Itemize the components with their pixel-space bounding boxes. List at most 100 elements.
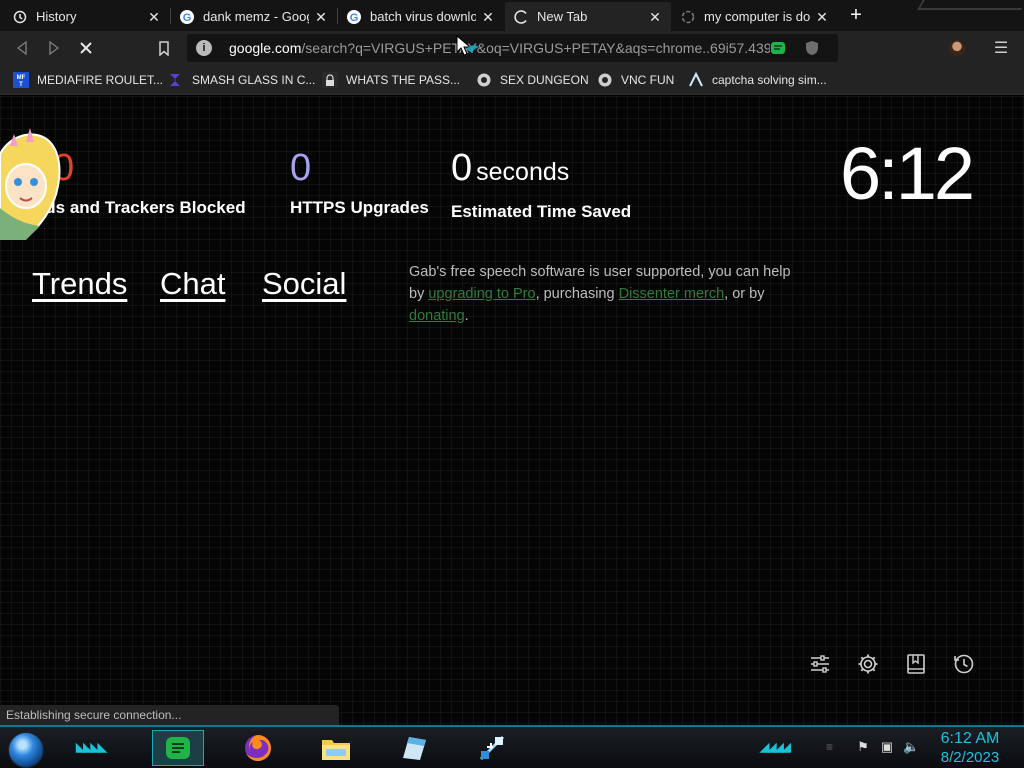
bookmark-site-icon — [476, 72, 492, 88]
taskbar-app-notes[interactable] — [388, 730, 440, 766]
url-text[interactable]: google.com/search?q=VIRGUS+PETAY&oq=VIRG… — [229, 40, 770, 56]
taskbar-app-file-explorer[interactable] — [310, 730, 362, 766]
extension-chat-icon[interactable] — [770, 40, 786, 56]
close-icon[interactable]: ✕ — [313, 9, 329, 25]
bookmark-label: MEDIAFIRE ROULET... — [37, 73, 164, 87]
tab-new-tab[interactable]: New Tab ✕ — [505, 2, 671, 31]
forward-arrow-icon — [49, 41, 60, 55]
link-trends[interactable]: Trends — [32, 266, 127, 302]
link-chat[interactable]: Chat — [160, 266, 225, 302]
shield-icon[interactable] — [804, 40, 820, 56]
bookmarks-bar: MF T MEDIAFIRE ROULET... SMASH GLASS IN C… — [0, 65, 1024, 95]
history-clock-icon[interactable] — [952, 652, 976, 676]
tab-title: dank memz - Google — [203, 9, 309, 24]
taskbar-app-firefox[interactable] — [232, 730, 284, 766]
svg-text:MF: MF — [17, 75, 26, 81]
bookmarks-book-icon[interactable] — [904, 652, 928, 676]
notes-icon — [403, 737, 426, 760]
link-social[interactable]: Social — [262, 266, 346, 302]
bookmark-smash-glass[interactable]: SMASH GLASS IN C... — [168, 71, 315, 89]
bookmark-dungeon[interactable]: SEX DUNGEON — [476, 71, 589, 89]
svg-text:G: G — [183, 12, 192, 24]
menu-icon: ☰ — [993, 40, 1009, 57]
tab-history[interactable]: History ✕ — [4, 2, 170, 31]
taskbar-date[interactable]: 8/2/2023 — [930, 748, 1010, 767]
bookmark-icon — [159, 40, 169, 56]
tab-dank-memz[interactable]: G dank memz - Google ✕ — [171, 2, 337, 31]
bookmark-label: SEX DUNGEON — [500, 73, 589, 87]
bookmark-mediafire[interactable]: MF T MEDIAFIRE ROULET... — [13, 71, 163, 89]
bookmark-label: WHATS THE PASS... — [346, 73, 461, 87]
stat-label: Ads and Trackers Blocked — [33, 198, 246, 217]
tab-batch-virus[interactable]: G batch virus download ✕ — [338, 2, 504, 31]
close-icon[interactable]: ✕ — [146, 9, 162, 25]
taskbar: ◣◣◣◣ ◢◢◢◢ ≡ ⚑ ▣ 🔈 6:12 AM 8/2/2023 — [0, 725, 1024, 768]
info-icon[interactable]: i — [196, 40, 212, 56]
stop-icon — [80, 42, 92, 54]
close-icon[interactable]: ✕ — [814, 9, 830, 25]
start-button[interactable] — [8, 732, 44, 768]
address-bar[interactable]: i google.com/search?q=VIRGUS+PETAY&oq=VI… — [187, 34, 838, 62]
bookmark-captcha[interactable]: captcha solving sim... — [688, 71, 827, 89]
stat-time-saved: 0 seconds Estimated Time Saved — [451, 148, 631, 222]
stat-unit: seconds — [476, 158, 570, 186]
taskbar-app-network-tool[interactable] — [466, 730, 518, 766]
chat-app-icon — [166, 737, 190, 759]
taskbar-decoration-chevrons-icon: ◢◢◢◢ — [760, 740, 791, 754]
cursor-pointer-icon — [455, 34, 481, 65]
new-tab-button[interactable]: + — [845, 5, 867, 27]
tab-strip: History ✕ G dank memz - Google ✕ G batch… — [0, 0, 1024, 31]
link-donating[interactable]: donating — [409, 308, 465, 324]
folder-icon — [322, 740, 350, 760]
plus-icon: + — [850, 4, 862, 26]
link-dissenter-merch[interactable]: Dissenter merch — [619, 286, 725, 302]
bookmark-whats-the-pass[interactable]: WHATS THE PASS... — [322, 71, 460, 89]
new-tab-page: 0 Ads and Trackers Blocked 0 HTTPS Upgra… — [0, 96, 1024, 725]
taskbar-app-chat[interactable] — [152, 730, 204, 766]
stat-value: 0 — [451, 147, 473, 189]
browser-toolbar: i google.com/search?q=VIRGUS+PETAY&oq=VI… — [0, 31, 1024, 65]
stat-https-upgrades: 0 HTTPS Upgrades — [290, 148, 429, 218]
stat-label: Estimated Time Saved — [451, 202, 632, 221]
bookmark-site-icon — [597, 72, 613, 88]
stat-ads-blocked: 0 Ads and Trackers Blocked — [33, 148, 246, 218]
forward-button[interactable] — [44, 38, 64, 58]
url-path: /search?q=VIRGUS+PETAY&oq=VIRGUS+PETAY&a… — [301, 40, 770, 56]
firefox-icon — [245, 735, 271, 761]
bookmark-page-button[interactable] — [154, 38, 174, 58]
close-icon[interactable]: ✕ — [480, 9, 496, 25]
svg-text:G: G — [350, 12, 359, 24]
status-bubble: Establishing secure connection... — [0, 705, 339, 725]
action-center-flag-icon[interactable]: ⚑ — [855, 739, 871, 755]
site-icon — [680, 9, 696, 25]
url-host: google.com — [229, 40, 302, 56]
svg-text:T: T — [19, 82, 23, 88]
stat-label: HTTPS Upgrades — [290, 198, 429, 217]
window-frame-decoration — [917, 0, 1024, 10]
bookmark-vnc-fun[interactable]: VNC FUN — [597, 71, 674, 89]
captcha-icon — [688, 72, 704, 88]
gab-support-message: Gab's free speech software is user suppo… — [409, 261, 809, 327]
bookmark-label: SMASH GLASS IN C... — [192, 73, 316, 87]
google-icon: G — [346, 9, 362, 25]
loading-spinner-icon — [513, 9, 529, 25]
profile-avatar[interactable] — [949, 40, 965, 56]
browser-menu-button[interactable]: ☰ — [993, 38, 1009, 58]
taskbar-time[interactable]: 6:12 AM — [930, 729, 1010, 748]
stop-loading-button[interactable] — [76, 38, 96, 58]
volume-icon[interactable]: 🔈 — [903, 739, 919, 755]
settings-gear-icon[interactable] — [856, 652, 880, 676]
network-icon[interactable]: ▣ — [879, 739, 895, 755]
tab-title: History — [36, 9, 77, 24]
network-tool-icon — [479, 735, 505, 761]
history-icon — [12, 9, 28, 25]
close-icon[interactable]: ✕ — [647, 9, 663, 25]
back-button[interactable] — [12, 38, 32, 58]
bookmark-label: captcha solving sim... — [712, 73, 827, 87]
stat-value: 0 — [53, 147, 75, 189]
password-icon — [322, 72, 338, 88]
system-tray: ⚑ ▣ 🔈 — [855, 739, 919, 755]
tab-my-computer[interactable]: my computer is doing ✕ — [672, 2, 838, 31]
link-upgrade-pro[interactable]: upgrading to Pro — [428, 286, 535, 302]
customize-sliders-icon[interactable] — [808, 652, 832, 676]
